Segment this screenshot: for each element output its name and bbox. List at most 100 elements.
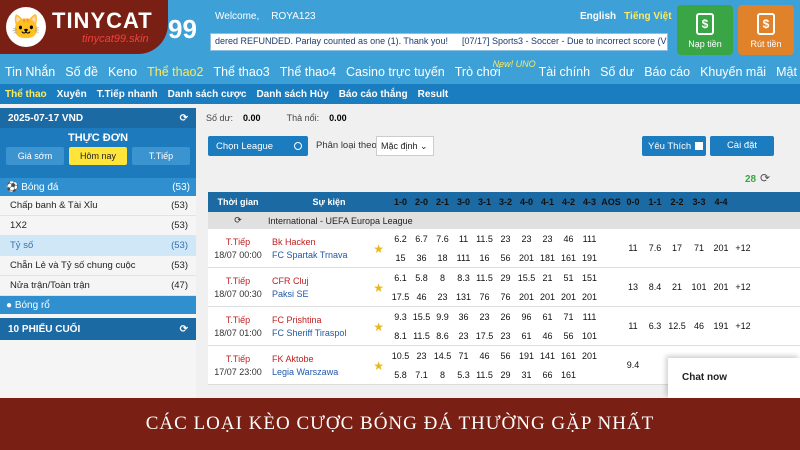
odds-cell[interactable]: 23 xyxy=(453,331,474,341)
odds-cell[interactable]: 23 xyxy=(432,292,453,302)
favorites-toggle[interactable]: Yêu Thích xyxy=(642,136,706,156)
odds-cell[interactable]: 29 xyxy=(495,273,516,283)
odds-cell[interactable]: 11.5 xyxy=(474,273,495,283)
odds-cell[interactable]: 111 xyxy=(579,312,600,322)
odds-cell[interactable]: 131 xyxy=(453,292,474,302)
odds-cell[interactable]: 76 xyxy=(474,292,495,302)
lang-vietnamese[interactable]: Tiếng Việt xyxy=(624,11,671,22)
odds-cell[interactable]: 56 xyxy=(495,351,516,361)
odds-cell[interactable]: 191 xyxy=(516,351,537,361)
odds-cell[interactable]: 8.6 xyxy=(432,331,453,341)
odds-cell[interactable]: 23 xyxy=(495,234,516,244)
nav-sports4[interactable]: Thể thao4 xyxy=(275,65,341,79)
odds-cell[interactable]: 201 xyxy=(516,253,537,263)
odds-cell[interactable]: 21 xyxy=(666,282,688,292)
odds-cell[interactable]: 9.9 xyxy=(432,312,453,322)
odds-cell[interactable]: 111 xyxy=(453,253,474,263)
odds-cell[interactable]: 201 xyxy=(516,292,537,302)
chat-widget[interactable]: Chat now xyxy=(668,358,800,398)
odds-cell[interactable]: 46 xyxy=(537,331,558,341)
subnav-sports[interactable]: Thể thao xyxy=(0,89,52,100)
odds-cell[interactable]: 6.3 xyxy=(644,321,666,331)
odds-cell[interactable]: 14.5 xyxy=(432,351,453,361)
odds-cell[interactable]: 161 xyxy=(558,370,579,380)
odds-cell[interactable]: 8.3 xyxy=(453,273,474,283)
settings-button[interactable]: Cài đặt xyxy=(710,136,774,156)
odds-cell[interactable]: 23 xyxy=(495,331,516,341)
odds-cell[interactable]: 9.3 xyxy=(390,312,411,322)
odds-cell[interactable]: 201 xyxy=(579,351,600,361)
tab-today[interactable]: Hôm nay xyxy=(69,147,127,165)
odds-cell[interactable]: 23 xyxy=(537,234,558,244)
odds-cell[interactable]: 101 xyxy=(579,331,600,341)
odds-cell[interactable]: 111 xyxy=(579,234,600,244)
odds-cell[interactable]: 7.6 xyxy=(644,243,666,253)
odds-cell[interactable]: 21 xyxy=(537,273,558,283)
odds-cell[interactable]: 11.5 xyxy=(474,234,495,244)
market-item-selected[interactable]: Tỷ số (53) xyxy=(0,236,196,256)
tab-early[interactable]: Giá sớm xyxy=(6,147,64,165)
odds-cell[interactable]: +12 xyxy=(732,321,754,331)
odds-cell[interactable]: 5.3 xyxy=(453,370,474,380)
odds-cell[interactable]: 71 xyxy=(688,243,710,253)
odds-cell[interactable]: 6.2 xyxy=(390,234,411,244)
odds-cell[interactable]: 51 xyxy=(558,273,579,283)
odds-cell[interactable]: 191 xyxy=(579,253,600,263)
odds-cell[interactable]: 7.1 xyxy=(411,370,432,380)
nav-casino[interactable]: Casino trực tuyến xyxy=(341,65,450,79)
brand-logo[interactable]: 🐱 TINYCAT tinycat99.skin xyxy=(0,0,168,54)
odds-cell[interactable]: 17.5 xyxy=(390,292,411,302)
odds-cell[interactable]: 46 xyxy=(688,321,710,331)
nav-report[interactable]: Báo cáo xyxy=(639,65,695,79)
odds-cell[interactable]: 8.4 xyxy=(644,282,666,292)
market-item[interactable]: Chấp banh & Tài Xỉu (53) xyxy=(0,196,196,216)
odds-cell[interactable]: 31 xyxy=(516,370,537,380)
odds-cell[interactable]: 141 xyxy=(537,351,558,361)
refresh-icon[interactable]: ⟳ xyxy=(760,171,770,185)
odds-cell[interactable]: 8 xyxy=(432,370,453,380)
withdraw-button[interactable]: $ Rút tiền xyxy=(738,5,794,55)
subnav-win-report[interactable]: Báo cáo thắng xyxy=(334,89,413,100)
odds-cell[interactable]: 8 xyxy=(432,273,453,283)
nav-balance[interactable]: Số dư xyxy=(595,65,639,79)
nav-games[interactable]: Trò chơi New! UNO xyxy=(450,60,536,79)
odds-cell[interactable]: 56 xyxy=(495,253,516,263)
odds-cell[interactable]: 161 xyxy=(558,351,579,361)
odds-cell[interactable]: 11.5 xyxy=(474,370,495,380)
subnav-parlay[interactable]: Xuyên xyxy=(52,89,92,100)
odds-cell[interactable]: 18 xyxy=(432,253,453,263)
odds-cell[interactable]: 201 xyxy=(537,292,558,302)
odds-cell[interactable]: 6.7 xyxy=(411,234,432,244)
odds-cell[interactable]: 36 xyxy=(453,312,474,322)
odds-cell[interactable]: 201 xyxy=(710,282,732,292)
odds-cell[interactable]: 10.5 xyxy=(390,351,411,361)
odds-cell[interactable]: 46 xyxy=(558,234,579,244)
nav-password[interactable]: Mật Khẩu xyxy=(771,65,800,79)
nav-keno[interactable]: Keno xyxy=(103,65,142,79)
nav-sports2[interactable]: Thể thao2 xyxy=(142,65,208,79)
odds-cell[interactable]: 191 xyxy=(710,321,732,331)
tab-live[interactable]: T.Tiếp xyxy=(132,147,190,165)
odds-cell[interactable]: 15.5 xyxy=(411,312,432,322)
sport-football[interactable]: ⚽ Bóng đá (53) xyxy=(0,178,196,196)
odds-cell[interactable]: 26 xyxy=(495,312,516,322)
odds-cell[interactable]: 12.5 xyxy=(666,321,688,331)
odds-cell[interactable]: 201 xyxy=(579,292,600,302)
last-bets[interactable]: 10 PHIẾU CUỐI ⟳ xyxy=(0,318,196,340)
odds-cell[interactable]: 11 xyxy=(622,321,644,331)
star-icon[interactable]: ★ xyxy=(373,359,384,373)
lang-english[interactable]: English xyxy=(580,11,616,22)
odds-cell[interactable]: 36 xyxy=(411,253,432,263)
odds-cell[interactable]: 15.5 xyxy=(516,273,537,283)
odds-cell[interactable]: 76 xyxy=(495,292,516,302)
odds-cell[interactable]: 11 xyxy=(453,234,474,244)
odds-cell[interactable]: 17.5 xyxy=(474,331,495,341)
odds-cell[interactable]: 23 xyxy=(516,234,537,244)
odds-cell[interactable]: 17 xyxy=(666,243,688,253)
subnav-bet-list[interactable]: Danh sách cược xyxy=(163,89,252,100)
odds-cell[interactable]: 8.1 xyxy=(390,331,411,341)
odds-cell[interactable]: 151 xyxy=(579,273,600,283)
nav-promotions[interactable]: Khuyến mãi xyxy=(695,65,771,79)
refresh-icon[interactable]: ⟳ xyxy=(180,324,188,335)
star-icon[interactable]: ★ xyxy=(373,320,384,334)
